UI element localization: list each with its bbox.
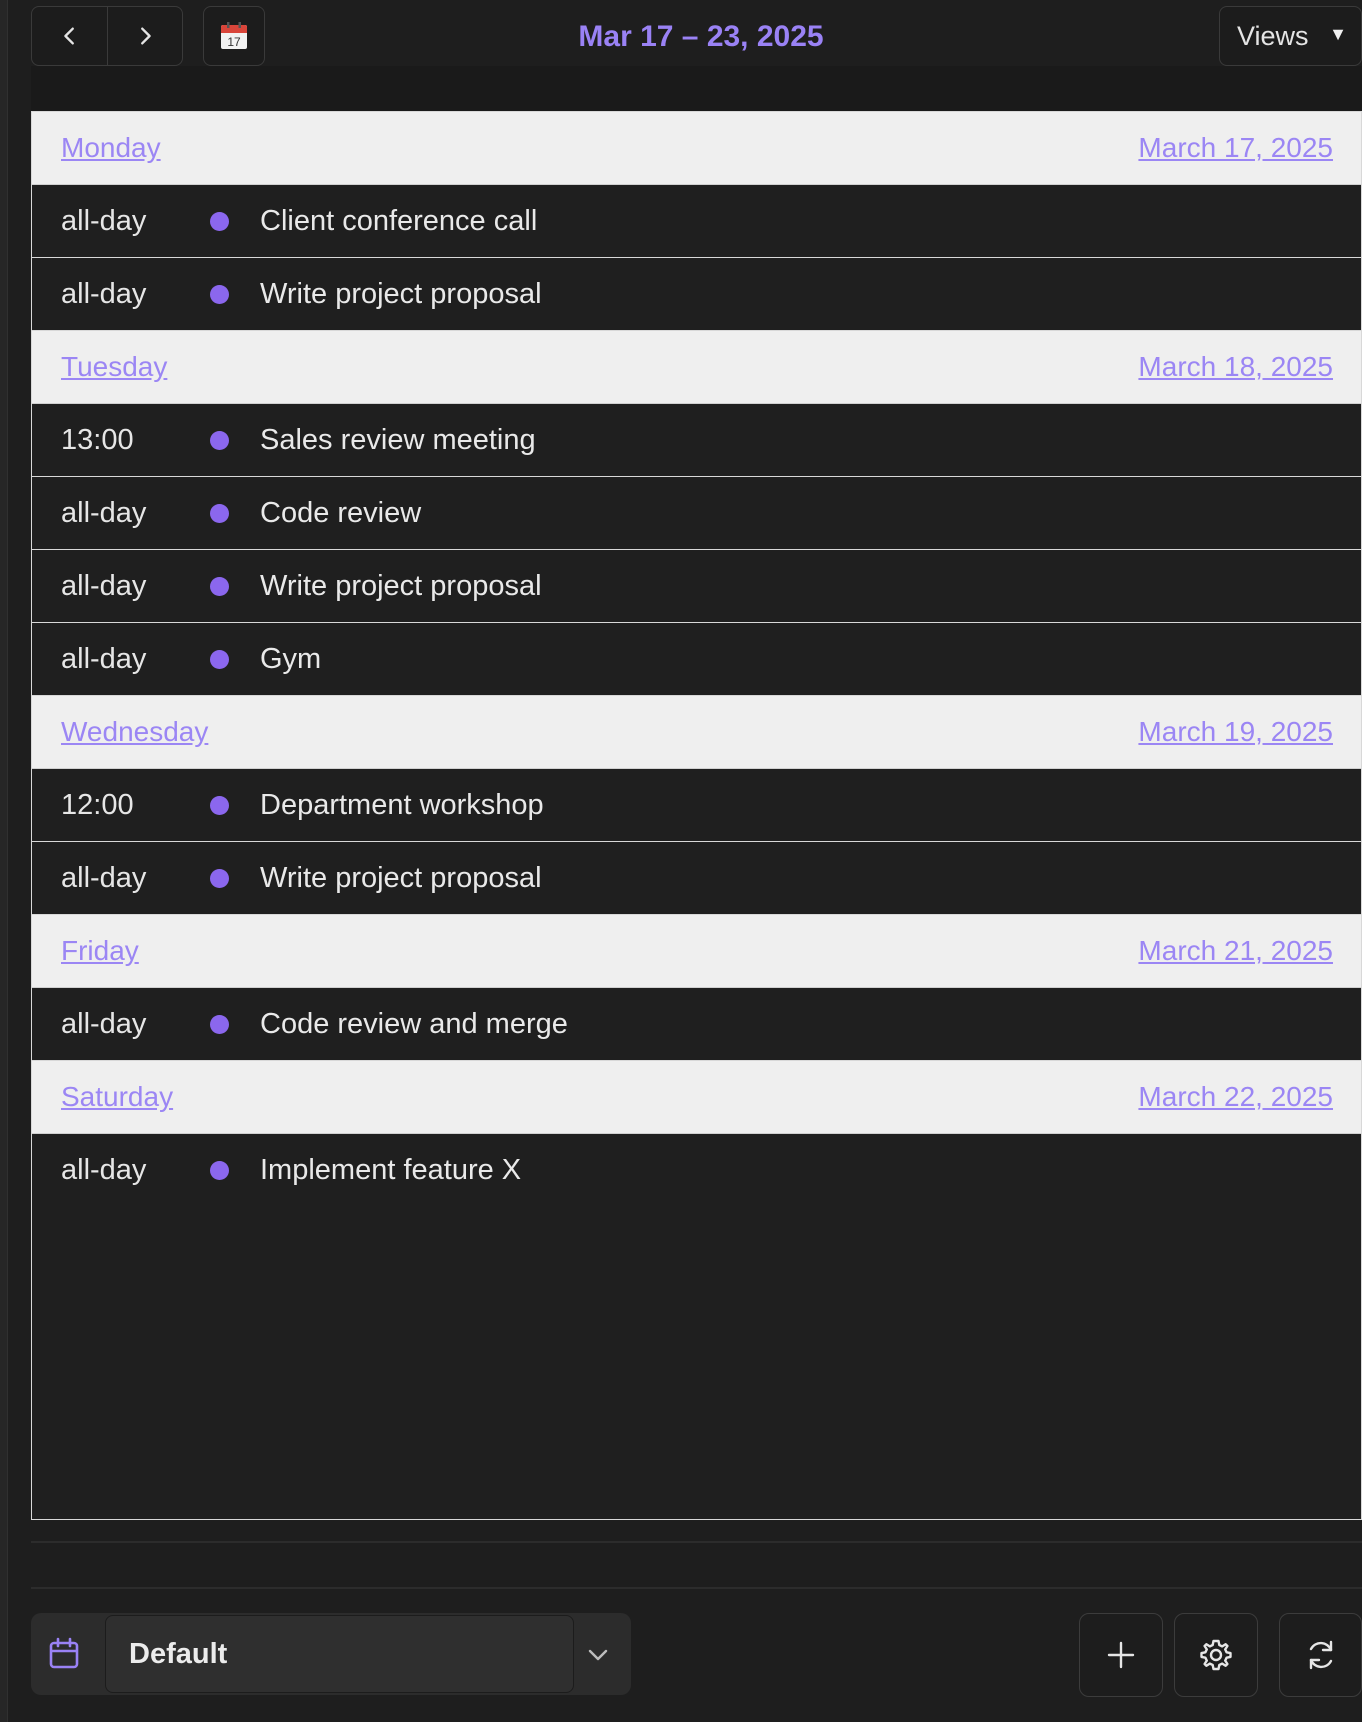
toolbar-spacer — [31, 66, 1362, 111]
calendar-select[interactable]: Default — [105, 1615, 574, 1693]
event-color-dot — [210, 868, 229, 888]
event-time: all-day — [61, 861, 147, 894]
event-item[interactable]: all-day Code review — [32, 477, 1361, 550]
event-item[interactable]: all-day Code review and merge — [32, 988, 1361, 1061]
event-color-dot — [210, 430, 229, 450]
day-date-link[interactable]: March 22, 2025 — [1138, 1081, 1333, 1113]
day-date-link[interactable]: March 18, 2025 — [1138, 351, 1333, 383]
event-item[interactable]: all-day Write project proposal — [32, 258, 1361, 331]
day-header: Friday March 21, 2025 — [32, 915, 1361, 988]
event-item[interactable]: 13:00 Sales review meeting — [32, 404, 1361, 477]
day-date-link[interactable]: March 19, 2025 — [1138, 716, 1333, 748]
event-time: all-day — [61, 642, 147, 675]
day-name-link[interactable]: Monday — [61, 132, 161, 164]
event-title: Gym — [260, 642, 322, 675]
prev-week-button[interactable] — [32, 7, 107, 65]
refresh-button[interactable] — [1279, 1613, 1362, 1697]
event-list: Monday March 17, 2025 all-day Client confer… — [31, 111, 1362, 1520]
views-dropdown-button[interactable]: Views ▼ — [1219, 6, 1362, 66]
side-panel-edge — [0, 0, 8, 1722]
gear-icon — [1200, 1639, 1232, 1671]
day-name-link[interactable]: Tuesday — [61, 351, 167, 383]
event-time: all-day — [61, 277, 147, 310]
event-time: all-day — [61, 204, 147, 237]
calendar-17-icon: 17 — [221, 22, 247, 49]
day-header: Tuesday March 18, 2025 — [32, 331, 1361, 404]
event-color-dot — [210, 1014, 229, 1034]
today-button[interactable]: 17 — [203, 6, 265, 66]
chevron-right-icon — [141, 27, 151, 45]
event-time: all-day — [61, 1154, 147, 1186]
day-name-link[interactable]: Friday — [61, 935, 139, 967]
caret-down-icon: ▼ — [1329, 24, 1347, 44]
day-header: Saturday March 22, 2025 — [32, 1061, 1361, 1134]
event-title: Sales review meeting — [260, 423, 536, 456]
day-header: Monday March 17, 2025 — [32, 112, 1361, 185]
event-item[interactable]: 12:00 Department workshop — [32, 769, 1361, 842]
day-date-link[interactable]: March 17, 2025 — [1138, 132, 1333, 164]
event-color-dot — [210, 503, 229, 523]
next-week-button[interactable] — [107, 7, 182, 65]
event-color-dot — [210, 1161, 229, 1180]
calendar-app: 17 Mar 17 – 23, 2025 Views ▼ Monday March… — [0, 0, 1362, 1722]
day-name-link[interactable]: Saturday — [61, 1081, 173, 1113]
views-label: Views — [1237, 20, 1309, 51]
event-time: all-day — [61, 569, 147, 602]
chevron-left-icon — [63, 27, 74, 45]
divider — [31, 1541, 1362, 1543]
calendar-toolbar: 17 Mar 17 – 23, 2025 Views ▼ — [31, 6, 1362, 66]
add-event-button[interactable] — [1079, 1613, 1163, 1697]
event-time: 12:00 — [61, 788, 134, 821]
event-title: Write project proposal — [260, 569, 542, 602]
event-item[interactable]: all-day Write project proposal — [32, 842, 1361, 915]
event-item[interactable]: all-day Client conference call — [32, 185, 1361, 258]
day-name-link[interactable]: Wednesday — [61, 716, 208, 748]
refresh-icon — [1309, 1640, 1332, 1670]
event-title: Write project proposal — [260, 861, 542, 894]
event-title: Code review — [260, 496, 422, 529]
event-color-dot — [210, 211, 229, 231]
event-color-dot — [210, 284, 229, 304]
calendar-select-value: Default — [129, 1637, 228, 1670]
event-title: Department workshop — [260, 788, 544, 821]
chevron-down-icon[interactable] — [584, 1641, 612, 1669]
calendar-selector: Default — [31, 1613, 631, 1695]
event-title: Client conference call — [260, 204, 538, 237]
event-item[interactable]: all-day Write project proposal — [32, 550, 1361, 623]
event-item[interactable]: all-day Implement feature X — [32, 1134, 1361, 1207]
day-header: Wednesday March 19, 2025 — [32, 696, 1361, 769]
event-title: Code review and merge — [260, 1007, 568, 1040]
event-title: Write project proposal — [260, 277, 542, 310]
event-time: all-day — [61, 1007, 147, 1040]
calendar-icon-number: 17 — [227, 35, 241, 49]
event-title: Implement feature X — [260, 1154, 522, 1186]
date-range-title: Mar 17 – 23, 2025 — [578, 20, 824, 53]
event-color-dot — [210, 795, 229, 815]
event-time: 13:00 — [61, 423, 134, 456]
plus-icon — [1107, 1641, 1135, 1669]
divider — [31, 1587, 1362, 1589]
calendar-icon — [49, 1637, 79, 1669]
event-time: all-day — [61, 496, 147, 529]
event-color-dot — [210, 576, 229, 596]
settings-button[interactable] — [1174, 1613, 1258, 1697]
day-date-link[interactable]: March 21, 2025 — [1138, 935, 1333, 967]
event-color-dot — [210, 649, 229, 669]
event-item[interactable]: all-day Gym — [32, 623, 1361, 696]
nav-button-group — [31, 6, 183, 66]
